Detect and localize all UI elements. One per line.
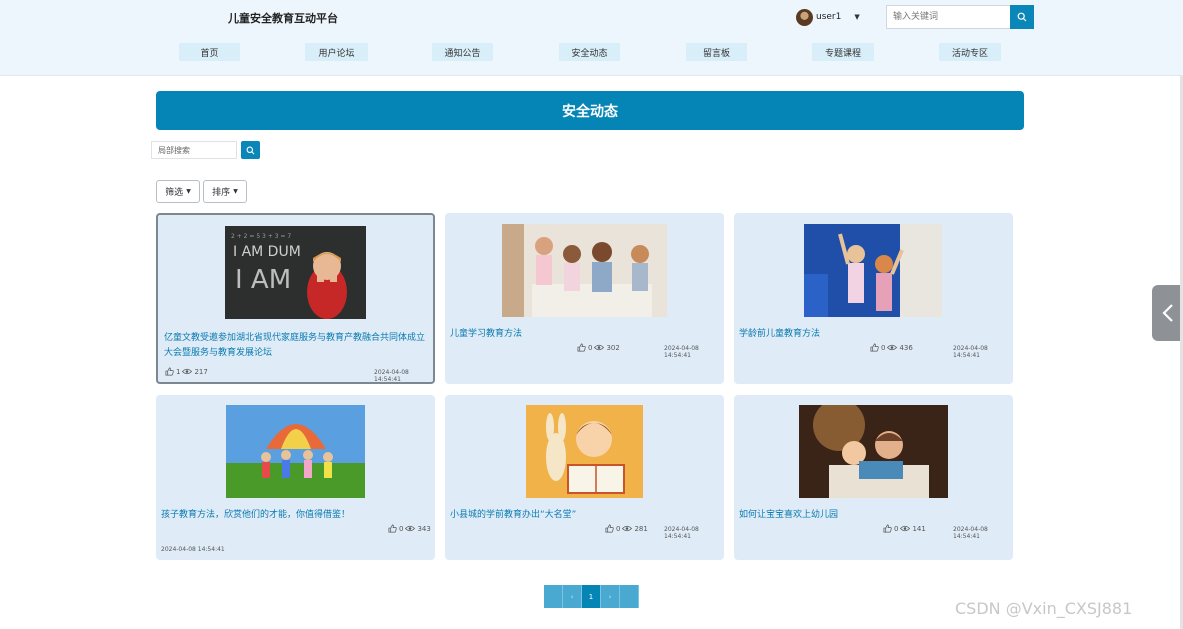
page-last-button[interactable] (620, 585, 639, 608)
news-card-stats: 0 141 (883, 524, 926, 533)
pagination: ‹ 1 › (544, 585, 639, 608)
news-card-stats: 0 343 (388, 524, 431, 533)
user-name: user1 (816, 12, 842, 22)
news-card-image (804, 224, 942, 317)
top-header: 儿童安全教育互动平台 user1 ▼ 首页 用户论坛 通知公告 安全动态 留言板… (0, 0, 1183, 76)
search-button[interactable] (1010, 5, 1034, 29)
svg-text:I AM: I AM (235, 265, 291, 295)
nav-item-message-board[interactable]: 留言板 (686, 43, 747, 61)
nav-item-forum[interactable]: 用户论坛 (305, 43, 368, 61)
view-count: 343 (417, 524, 431, 533)
view-count: 141 (912, 524, 926, 533)
search-icon (1017, 12, 1027, 22)
news-card-image (526, 405, 643, 498)
thumbs-up-icon (883, 524, 892, 533)
news-card-image (226, 405, 365, 498)
eye-icon (887, 344, 898, 351)
user-menu[interactable]: user1 ▼ (796, 8, 860, 26)
eye-icon (594, 344, 605, 351)
news-card-title[interactable]: 孩子教育方法，欣赏他们的才能，你值得借鉴！ (161, 508, 423, 523)
news-card-stats: 0 281 (605, 524, 648, 533)
local-search-input[interactable] (151, 141, 237, 159)
page-title: 安全动态 (156, 91, 1024, 130)
thumbs-up-icon (165, 367, 174, 376)
news-card-date: 2024-04-08 14:54:41 (664, 345, 699, 359)
filter-label: 筛选 (165, 188, 184, 198)
svg-text:2 + 2 = 5 3 + 3 = 7: 2 + 2 = 5 3 + 3 = 7 (231, 233, 291, 240)
news-card-title[interactable]: 儿童学习教育方法 (450, 327, 712, 342)
local-search-button[interactable] (241, 141, 260, 159)
eye-icon (405, 525, 416, 532)
like-count: 1 (176, 367, 181, 376)
news-card[interactable]: 学龄前儿童教育方法 0 436 2024-04-08 14:54:41 (734, 213, 1013, 384)
news-card-date: 2024-04-08 14:54:41 (953, 345, 988, 359)
nav-item-safety-news[interactable]: 安全动态 (559, 43, 620, 61)
like-count: 0 (894, 524, 899, 533)
view-count: 281 (634, 524, 648, 533)
news-card-date: 2024-04-08 14:54:41 (374, 369, 409, 383)
eye-icon (182, 368, 193, 375)
page-current-button[interactable]: 1 (582, 585, 601, 608)
side-panel-toggle[interactable] (1152, 285, 1183, 341)
search-icon (246, 146, 255, 154)
news-card-stats: 0 436 (870, 343, 913, 352)
news-card-stats: 1 217 (165, 367, 208, 376)
page-first-button[interactable] (544, 585, 563, 608)
thumbs-up-icon (605, 524, 614, 533)
search-input[interactable] (886, 5, 1010, 29)
view-count: 217 (194, 367, 208, 376)
caret-down-icon: ▼ (854, 13, 860, 21)
nav-item-home[interactable]: 首页 (179, 43, 240, 61)
caret-down-icon: ▼ (186, 188, 191, 195)
sort-dropdown[interactable]: 排序 ▼ (203, 180, 247, 203)
news-card-date: 2024-04-08 14:54:41 (161, 546, 225, 553)
watermark: CSDN @Vxin_CXSJ881 (955, 599, 1133, 618)
view-count: 302 (606, 343, 620, 352)
local-search (151, 141, 260, 159)
nav-item-notices[interactable]: 通知公告 (432, 43, 493, 61)
nav-item-courses[interactable]: 专题课程 (812, 43, 874, 61)
thumbs-up-icon (870, 343, 879, 352)
news-card-stats: 0 302 (577, 343, 620, 352)
caret-down-icon: ▼ (233, 188, 238, 195)
site-title: 儿童安全教育互动平台 (228, 12, 338, 25)
like-count: 0 (616, 524, 621, 533)
news-card-title[interactable]: 如何让宝宝喜欢上幼儿园 (739, 508, 1001, 523)
global-search (886, 5, 1034, 29)
news-card-title[interactable]: 亿童文教受邀参加湖北省现代家庭服务与教育产教融合共同体成立大会暨服务与教育发展论… (164, 331, 426, 361)
like-count: 0 (881, 343, 886, 352)
like-count: 0 (399, 524, 404, 533)
thumbs-up-icon (577, 343, 586, 352)
news-card-image (799, 405, 948, 498)
news-card[interactable]: 如何让宝宝喜欢上幼儿园 0 141 2024-04-08 14:54:41 (734, 395, 1013, 560)
eye-icon (622, 525, 633, 532)
avatar (796, 8, 813, 26)
sort-label: 排序 (212, 188, 231, 198)
news-card-image: I AM DUM I AM 2 + 2 = 5 3 + 3 = 7 (225, 226, 366, 319)
news-card-title[interactable]: 小县城的学前教育办出“大名堂” (450, 508, 712, 523)
eye-icon (900, 525, 911, 532)
news-card[interactable]: I AM DUM I AM 2 + 2 = 5 3 + 3 = 7 亿童文教受邀… (156, 213, 435, 384)
nav-item-activities[interactable]: 活动专区 (939, 43, 1001, 61)
news-card[interactable]: 孩子教育方法，欣赏他们的才能，你值得借鉴！ 0 343 2024-04-08 1… (156, 395, 435, 560)
view-count: 436 (899, 343, 913, 352)
main-nav: 首页 用户论坛 通知公告 安全动态 留言板 专题课程 活动专区 (0, 43, 1183, 61)
news-card-title[interactable]: 学龄前儿童教育方法 (739, 327, 1001, 342)
svg-text:I AM DUM: I AM DUM (233, 244, 301, 260)
chevron-left-icon (1161, 304, 1173, 322)
news-card[interactable]: 小县城的学前教育办出“大名堂” 0 281 2024-04-08 14:54:4… (445, 395, 724, 560)
like-count: 0 (588, 343, 593, 352)
page-next-button[interactable]: › (601, 585, 620, 608)
filter-dropdown[interactable]: 筛选 ▼ (156, 180, 200, 203)
page-prev-button[interactable]: ‹ (563, 585, 582, 608)
news-card[interactable]: 儿童学习教育方法 0 302 2024-04-08 14:54:41 (445, 213, 724, 384)
news-card-date: 2024-04-08 14:54:41 (664, 526, 699, 540)
news-card-date: 2024-04-08 14:54:41 (953, 526, 988, 540)
news-card-image (502, 224, 667, 317)
thumbs-up-icon (388, 524, 397, 533)
